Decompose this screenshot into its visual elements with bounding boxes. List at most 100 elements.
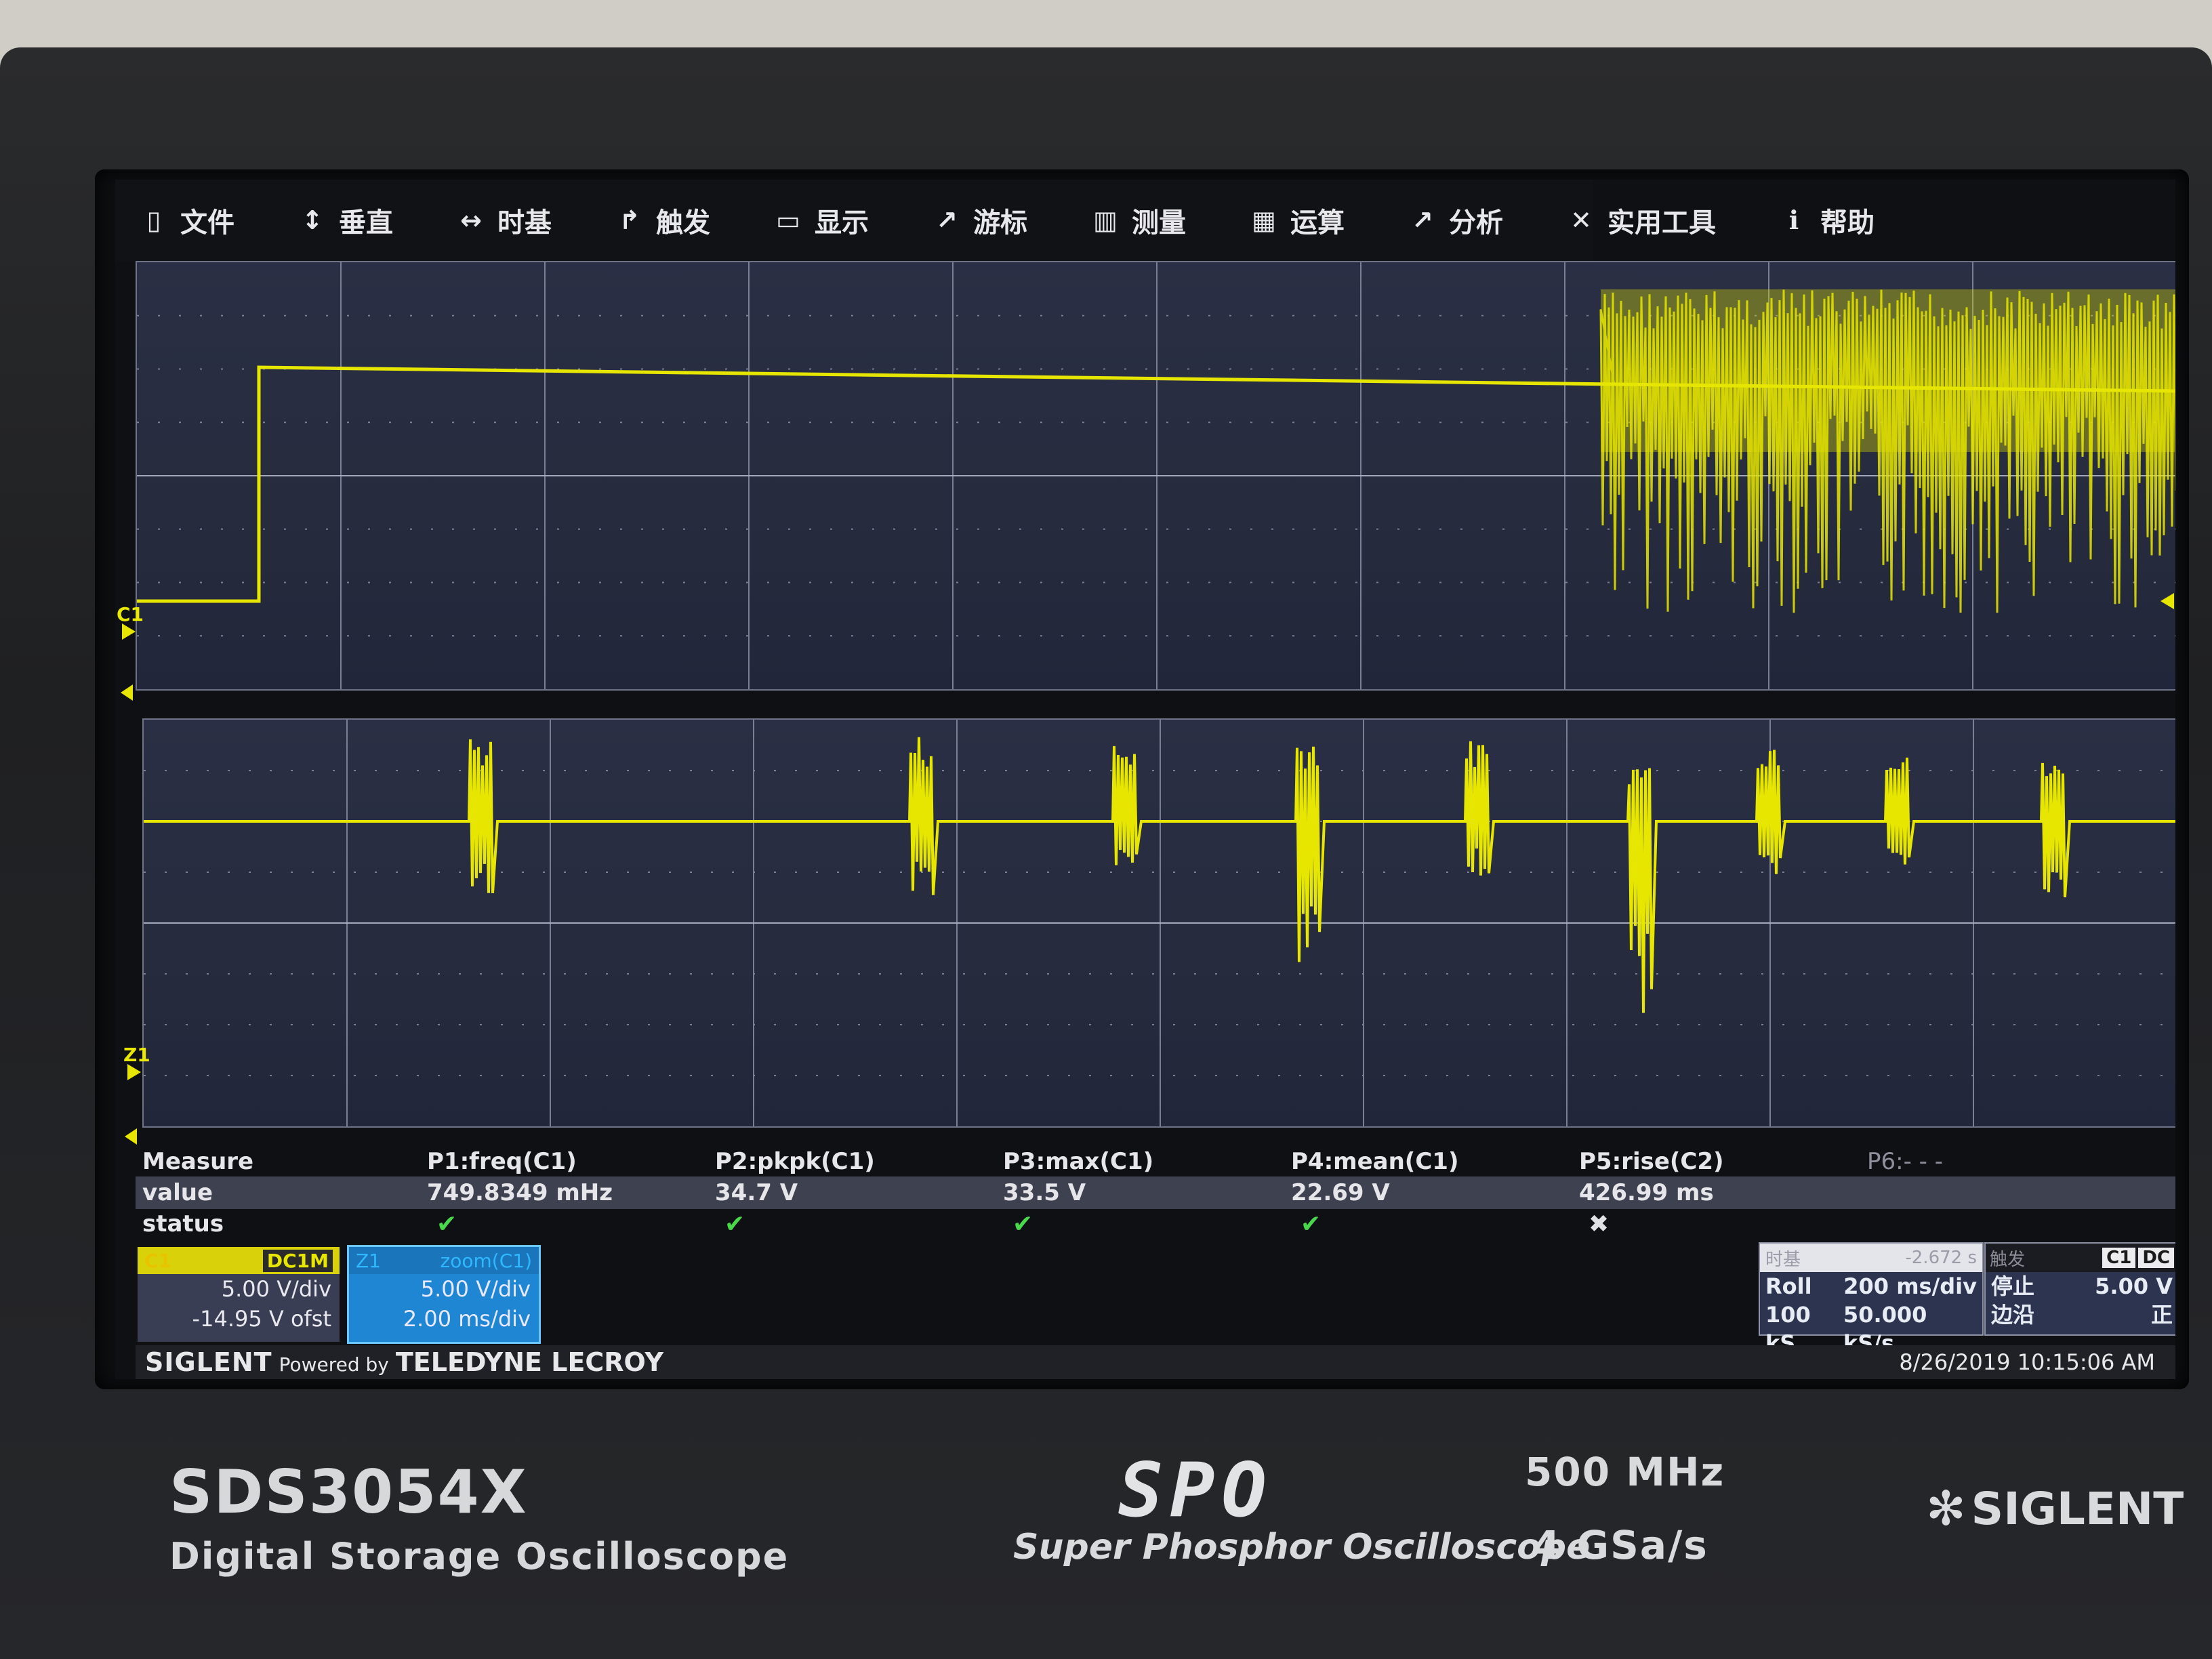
measure-value-p2: 34.7 V [715, 1179, 798, 1206]
horizontal-icon: ↔ [460, 205, 482, 235]
measure-icon: ▥ [1093, 205, 1118, 235]
c1-burst-fill [1601, 289, 2175, 452]
menu-label: 实用工具 [1607, 207, 1716, 239]
measure-value-p5: 426.99 ms [1579, 1179, 1714, 1206]
timebase-header: 时基 [1765, 1249, 1801, 1270]
z1-box-name: Z1 [356, 1249, 381, 1272]
measure-name-p3[interactable]: P3:max(C1) [1003, 1148, 1291, 1175]
z1-source: zoom(C1) [440, 1249, 532, 1272]
c1-box-name: C1 [144, 1249, 172, 1272]
menu-display[interactable]: ▭ 显示 [773, 201, 869, 240]
z1-waveform-plot [144, 720, 2175, 1126]
display-icon: ▭ [776, 205, 800, 235]
measure-header-label: Measure [142, 1148, 254, 1175]
menu-horizontal[interactable]: ↔ 时基 [455, 201, 552, 240]
datetime: 8/26/2019 10:15:06 AM [1899, 1349, 2155, 1375]
measure-name-p4[interactable]: P4:mean(C1) [1291, 1148, 1579, 1175]
check-icon: ✔ [1300, 1210, 1322, 1238]
c1-trigger-left-marker [121, 684, 133, 701]
measure-name-p2[interactable]: P2:pkpk(C1) [715, 1148, 1003, 1175]
measure-value-p3: 33.5 V [1003, 1179, 1086, 1206]
check-icon: ✔ [436, 1210, 457, 1238]
check-icon: ✔ [1012, 1210, 1033, 1238]
siglent-logo: ✻ SIGLENT [1926, 1481, 2184, 1536]
menu-label: 帮助 [1820, 207, 1875, 239]
trigger-type: 边沿 [1991, 1302, 2035, 1328]
utility-icon: ✕ [1570, 205, 1592, 235]
math-icon: ▦ [1252, 205, 1276, 235]
check-icon: ✔ [724, 1210, 745, 1238]
menu-label: 游标 [973, 207, 1027, 239]
menu-label: 分析 [1449, 207, 1503, 239]
menu-label: 触发 [656, 207, 710, 239]
cross-icon: ✖ [1589, 1210, 1610, 1238]
z1-vdiv: 5.00 V/div [420, 1276, 531, 1302]
model-subtitle: Digital Storage Oscilloscope [169, 1535, 790, 1578]
file-icon: ▯ [146, 205, 161, 235]
measure-name-p5[interactable]: P5:rise(C2) [1579, 1148, 1867, 1175]
c1-offset: -14.95 V ofst [192, 1306, 331, 1332]
sample-rate-label: 4 GSa/s [1533, 1522, 1708, 1568]
help-icon: ℹ [1788, 205, 1799, 235]
measure-value-p1: 749.8349 mHz [427, 1179, 613, 1206]
z1-tdiv: 2.00 ms/div [403, 1306, 531, 1332]
vertical-icon: ↕ [302, 205, 323, 235]
trigger-icon: ↱ [619, 205, 640, 235]
trigger-slope: 正 [2150, 1302, 2173, 1328]
menu-label: 文件 [180, 207, 234, 239]
brand-logo: SIGLENT Powered by TELEDYNE LECROY [145, 1347, 663, 1377]
z1-channel-label: Z1 [123, 1044, 150, 1066]
powered-by: Powered by [279, 1353, 389, 1376]
c1-vdiv: 5.00 V/div [221, 1276, 331, 1302]
c1-waveform-plot [137, 262, 2175, 689]
timebase-tdiv: 200 ms/div [1843, 1273, 1977, 1299]
timebase-points: 100 kS [1765, 1302, 1811, 1356]
c1-level-marker[interactable] [122, 623, 136, 640]
timebase-rate: 50.000 kS/s [1843, 1302, 1927, 1356]
trigger-level: 5.00 V [2095, 1273, 2173, 1299]
model-name: SDS3054X [169, 1457, 528, 1527]
analysis-icon: ↗ [1412, 205, 1433, 235]
measure-value-row: value 749.8349 mHz 34.7 V 33.5 V 22.69 V… [136, 1176, 2175, 1209]
timebase-delay: -2.672 s [1905, 1248, 1977, 1268]
measure-name-p6[interactable]: P6:- - - [1867, 1148, 2155, 1175]
status-footer: SIGLENT Powered by TELEDYNE LECROY 8/26/… [136, 1345, 2175, 1379]
z1-level-marker[interactable] [127, 1064, 141, 1080]
menu-utility[interactable]: ✕ 实用工具 [1565, 201, 1716, 240]
timebase-box[interactable]: 时基 -2.672 s Roll 200 ms/div 100 kS 50.00… [1759, 1242, 1984, 1356]
oscilloscope-screen: ▯ 文件 ↕ 垂直 ↔ 时基 ↱ 触发 ▭ 显示 ↗ 游标 ▥ 测量 ▦ 运算 ↗ 分析 ✕ 实用工… [115, 180, 2175, 1379]
z1-zoom-box[interactable]: Z1 zoom(C1) 5.00 V/div 2.00 ms/div [347, 1245, 541, 1344]
spo-subtitle: Super Phosphor Oscilloscope [1013, 1527, 1591, 1568]
main-waveform-grid[interactable] [136, 261, 2175, 691]
trigger-box[interactable]: 触发 C1 DC 停止 5.00 V 边沿 正 [1984, 1242, 2175, 1336]
trigger-header: 触发 [1990, 1249, 2026, 1270]
menu-measure[interactable]: ▥ 测量 [1090, 201, 1186, 240]
menu-file[interactable]: ▯ 文件 [138, 201, 234, 240]
trigger-coupling: DC [2138, 1248, 2174, 1268]
menu-cursor[interactable]: ↗ 游标 [931, 201, 1027, 240]
spo-logo: SPO [1118, 1447, 1273, 1534]
trigger-level-marker[interactable] [2160, 593, 2174, 609]
measure-name-p1[interactable]: P1:freq(C1) [427, 1148, 715, 1175]
menu-math[interactable]: ▦ 运算 [1248, 201, 1345, 240]
c1-coupling: DC1M [262, 1249, 333, 1272]
menu-bar: ▯ 文件 ↕ 垂直 ↔ 时基 ↱ 触发 ▭ 显示 ↗ 游标 ▥ 测量 ▦ 运算 ↗ 分析 ✕ 实用工… [115, 180, 1875, 261]
measure-value-label: value [142, 1179, 213, 1206]
bandwidth-label: 500 MHz [1525, 1449, 1725, 1495]
timebase-mode: Roll [1765, 1273, 1812, 1299]
c1-channel-label: C1 [117, 603, 144, 626]
menu-label: 时基 [497, 207, 552, 239]
brand-name: SIGLENT [145, 1347, 272, 1377]
siglent-swirl-icon: ✻ [1926, 1481, 1966, 1536]
measure-status-row: status ✔ ✔ ✔ ✔ ✖ [136, 1208, 2175, 1240]
menu-trigger[interactable]: ↱ 触发 [614, 201, 710, 240]
z1-left-marker [125, 1128, 137, 1145]
menu-help[interactable]: ℹ 帮助 [1778, 201, 1875, 240]
measure-header-row: Measure P1:freq(C1) P2:pkpk(C1) P3:max(C… [136, 1145, 2175, 1178]
trigger-source: C1 [2102, 1248, 2136, 1268]
menu-vertical[interactable]: ↕ 垂直 [297, 201, 393, 240]
c1-channel-box[interactable]: C1 DC1M 5.00 V/div -14.95 V ofst [136, 1245, 342, 1344]
menu-analysis[interactable]: ↗ 分析 [1407, 201, 1503, 240]
siglent-text: SIGLENT [1971, 1482, 2184, 1535]
zoom-waveform-grid[interactable] [142, 718, 2175, 1128]
